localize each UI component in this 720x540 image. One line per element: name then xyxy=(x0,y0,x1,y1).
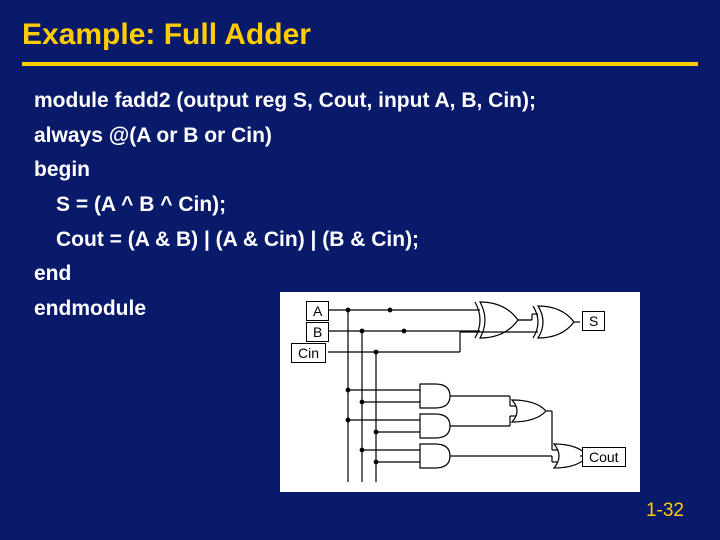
code-line-6: end xyxy=(34,257,720,292)
code-line-5: Cout = (A & B) | (A & Cin) | (B & Cin); xyxy=(34,223,720,258)
code-line-2: always @(A or B or Cin) xyxy=(34,119,720,154)
code-line-1: module fadd2 (output reg S, Cout, input … xyxy=(34,84,720,119)
circuit-diagram: A B Cin S Cout xyxy=(280,292,640,492)
label-input-a: A xyxy=(306,301,329,321)
code-line-3: begin xyxy=(34,153,720,188)
label-input-b: B xyxy=(306,322,329,342)
label-input-cin: Cin xyxy=(291,343,326,363)
slide-title: Example: Full Adder xyxy=(0,0,720,58)
title-rule xyxy=(22,62,698,66)
page-number: 1-32 xyxy=(646,500,684,522)
code-line-4: S = (A ^ B ^ Cin); xyxy=(34,188,720,223)
code-block: module fadd2 (output reg S, Cout, input … xyxy=(0,84,720,326)
label-output-cout: Cout xyxy=(582,447,626,467)
label-output-s: S xyxy=(582,311,605,331)
